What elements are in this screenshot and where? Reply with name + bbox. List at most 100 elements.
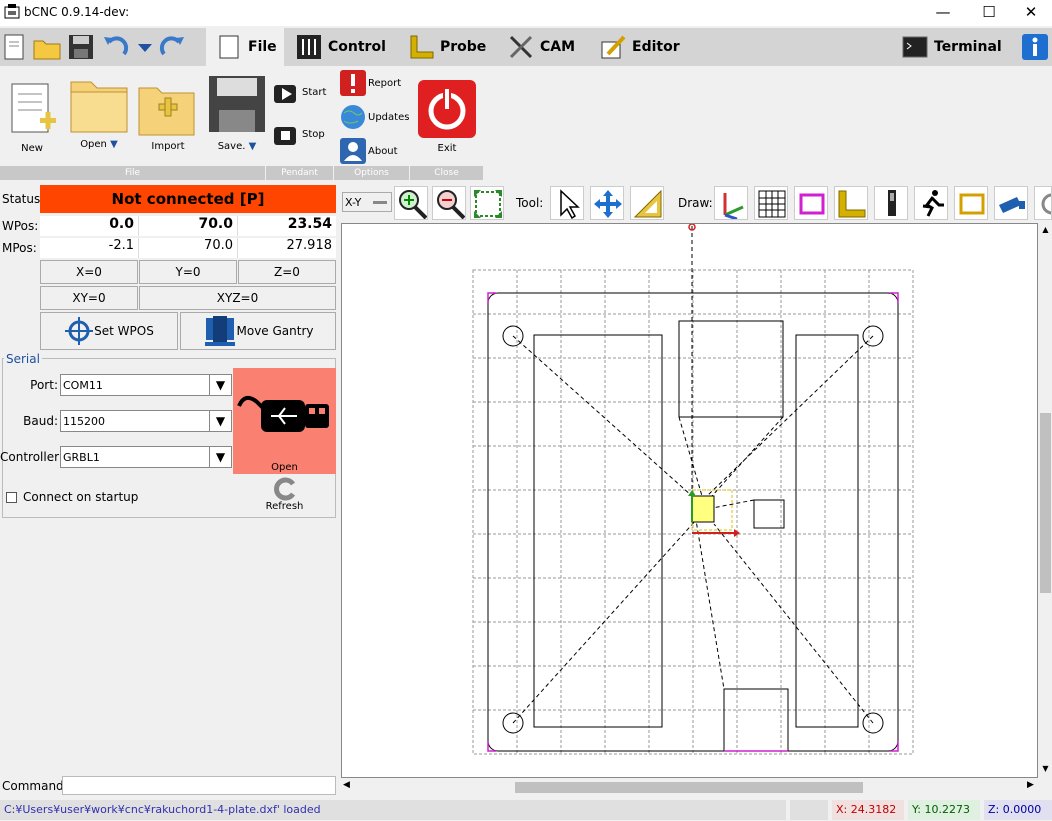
pendant-stop-icon bbox=[274, 127, 296, 145]
margins-icon[interactable] bbox=[794, 186, 828, 220]
mpos-z: 27.918 bbox=[286, 238, 333, 253]
pendant-start-icon bbox=[274, 85, 296, 103]
exit-button[interactable]: Exit bbox=[414, 78, 480, 158]
scroll-left-icon[interactable]: ◀ bbox=[343, 780, 357, 795]
connect-checkbox[interactable] bbox=[6, 491, 17, 503]
import-label: Import bbox=[151, 141, 185, 152]
scroll-right-icon[interactable]: ▶ bbox=[1027, 780, 1038, 795]
save-button[interactable]: Save. ▼ bbox=[205, 74, 269, 164]
undo-history-icon[interactable] bbox=[130, 32, 160, 62]
zoom-out-icon[interactable] bbox=[432, 186, 466, 220]
report-button[interactable]: Report bbox=[338, 68, 410, 98]
open-dropdown-icon[interactable]: ▼ bbox=[110, 139, 118, 150]
open-label: Open bbox=[80, 139, 107, 150]
status-z: Z: 0.0000 bbox=[984, 800, 1052, 820]
run-icon[interactable] bbox=[914, 186, 948, 220]
gcode-canvas[interactable] bbox=[341, 223, 1038, 778]
zero-z-button[interactable]: Z=0 bbox=[238, 260, 336, 284]
baud-combo[interactable]: 115200 ▼ bbox=[60, 410, 232, 432]
ruler-triangle-icon[interactable] bbox=[630, 186, 664, 220]
scroll-up-icon[interactable]: ▲ bbox=[1039, 225, 1052, 237]
new-button[interactable]: New bbox=[4, 80, 60, 160]
new-file-icon[interactable] bbox=[0, 32, 30, 62]
about-button[interactable]: About bbox=[338, 136, 410, 166]
tab-editor[interactable]: Editor bbox=[600, 28, 690, 66]
dropdown-arrow-icon[interactable]: ▼ bbox=[209, 375, 231, 395]
control-tab-icon bbox=[297, 35, 321, 59]
grid-icon[interactable] bbox=[754, 186, 788, 220]
new-label: New bbox=[21, 143, 43, 154]
tab-cam[interactable]: CAM bbox=[508, 28, 588, 66]
move-arrows-icon[interactable] bbox=[590, 186, 624, 220]
refresh-icon bbox=[273, 477, 295, 501]
select-arrow-icon[interactable] bbox=[550, 186, 584, 220]
close-button[interactable]: ✕ bbox=[1008, 0, 1052, 26]
serial-open-button[interactable]: Open bbox=[233, 368, 336, 474]
set-wpos-button[interactable]: Set WPOS bbox=[40, 312, 178, 350]
zero-y-button[interactable]: Y=0 bbox=[139, 260, 237, 284]
port-combo[interactable]: COM11 ▼ bbox=[60, 374, 232, 396]
maximize-button[interactable]: ☐ bbox=[966, 0, 1012, 26]
move-gantry-button[interactable]: Move Gantry bbox=[180, 312, 336, 350]
canvas-toolbar: X-Y Tool: Draw: bbox=[340, 184, 1052, 222]
window-title: bCNC 0.9.14-dev: bbox=[24, 5, 130, 19]
updates-button[interactable]: Updates bbox=[338, 102, 410, 132]
view-select[interactable]: X-Y bbox=[342, 192, 392, 212]
fit-to-screen-icon[interactable] bbox=[470, 186, 504, 220]
command-input[interactable] bbox=[62, 776, 336, 795]
options-group-label: Options bbox=[334, 166, 410, 180]
camera-icon[interactable] bbox=[994, 186, 1028, 220]
undo-icon[interactable] bbox=[100, 32, 130, 62]
info-icon[interactable] bbox=[1020, 32, 1050, 62]
connect-on-startup[interactable]: Connect on startup bbox=[6, 490, 138, 504]
render-icon[interactable] bbox=[1034, 186, 1052, 220]
updates-label: Updates bbox=[368, 111, 410, 123]
horizontal-scrollbar[interactable]: ◀ ▶ bbox=[341, 779, 1038, 796]
open-folder-icon[interactable] bbox=[32, 32, 62, 62]
zero-xyz-button[interactable]: XYZ=0 bbox=[139, 286, 336, 310]
save-icon[interactable] bbox=[66, 32, 96, 62]
report-label: Report bbox=[368, 77, 402, 89]
dropdown-arrow-icon[interactable]: ▼ bbox=[209, 411, 231, 431]
import-button[interactable]: Import bbox=[136, 80, 200, 164]
scroll-down-icon[interactable]: ▼ bbox=[1039, 764, 1052, 776]
tab-terminal[interactable]: Terminal bbox=[902, 28, 1002, 66]
tab-file[interactable]: File bbox=[206, 28, 284, 66]
redo-icon[interactable] bbox=[158, 32, 188, 62]
pendant-start-button[interactable]: Start bbox=[272, 74, 334, 110]
close-group-label: Close bbox=[410, 166, 484, 180]
pendant-stop-button[interactable]: Stop bbox=[272, 116, 334, 152]
vertical-scroll-thumb[interactable] bbox=[1040, 413, 1051, 593]
move-gantry-label: Move Gantry bbox=[236, 324, 314, 338]
import-folder-icon bbox=[138, 87, 195, 136]
status-value: Not connected [P] bbox=[40, 185, 336, 213]
crosshair-icon bbox=[65, 317, 94, 345]
zoom-in-icon[interactable] bbox=[394, 186, 428, 220]
save-disk-icon bbox=[209, 76, 265, 132]
wpos-y: 70.0 bbox=[139, 216, 238, 236]
view-value: X-Y bbox=[345, 195, 362, 209]
serial-refresh-button[interactable]: Refresh bbox=[233, 476, 336, 516]
horizontal-scroll-thumb[interactable] bbox=[515, 782, 863, 793]
axes-icon[interactable] bbox=[714, 186, 748, 220]
zero-x-button[interactable]: X=0 bbox=[40, 260, 138, 284]
status-bar: C:¥Users¥user¥work¥cnc¥rakuchord1-4-plat… bbox=[0, 799, 1052, 821]
tab-control[interactable]: Control bbox=[296, 28, 396, 66]
open-button[interactable]: Open ▼ bbox=[66, 72, 132, 162]
zero-xy-button[interactable]: XY=0 bbox=[40, 286, 138, 310]
vertical-scrollbar[interactable]: ▲ ▼ bbox=[1039, 223, 1052, 778]
controller-combo[interactable]: GRBL1 ▼ bbox=[60, 446, 232, 468]
save-dropdown-icon[interactable]: ▼ bbox=[249, 141, 257, 152]
serial-title: Serial bbox=[4, 352, 42, 366]
workarea-ruler-icon[interactable] bbox=[834, 186, 868, 220]
draw-label: Draw: bbox=[678, 196, 713, 210]
minimize-button[interactable]: — bbox=[920, 0, 966, 26]
refresh-label: Refresh bbox=[265, 501, 304, 512]
dropdown-arrow-icon[interactable]: ▼ bbox=[209, 447, 231, 467]
tab-probe[interactable]: Probe bbox=[408, 28, 498, 66]
toolpath-drawing bbox=[472, 224, 914, 755]
bounding-box-icon[interactable] bbox=[954, 186, 988, 220]
about-label: About bbox=[368, 145, 398, 157]
probe-icon[interactable] bbox=[874, 186, 908, 220]
stop-label: Stop bbox=[302, 128, 325, 140]
